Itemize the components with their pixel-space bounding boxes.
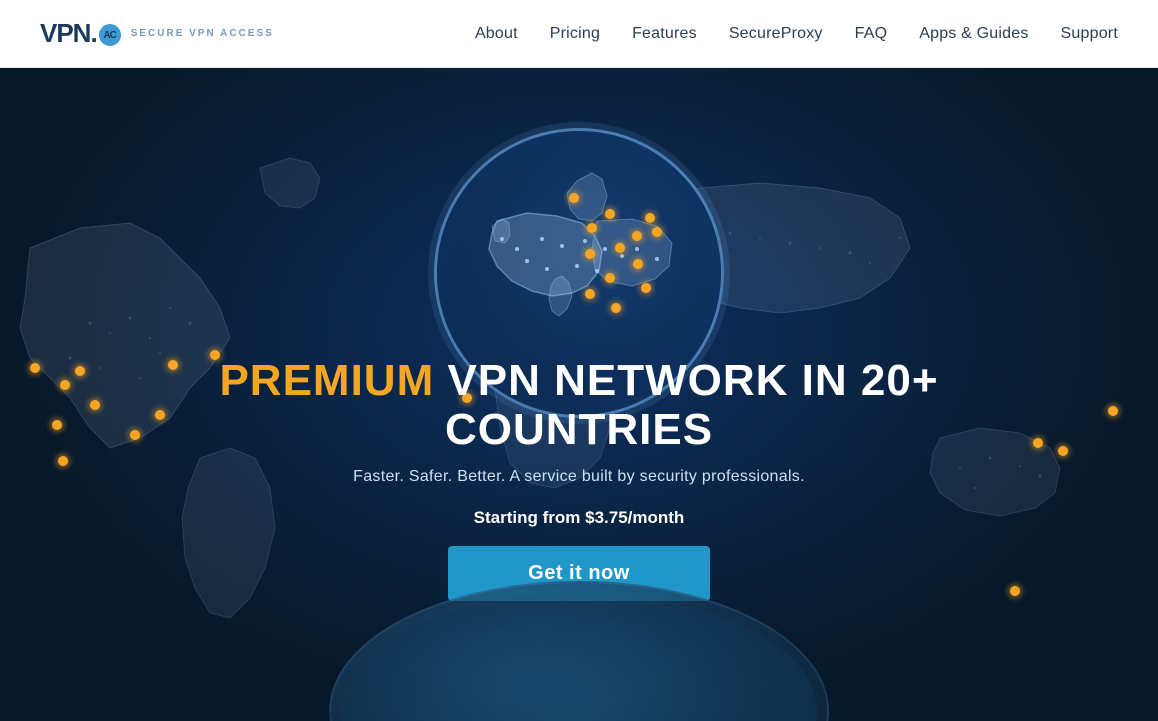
server-dot [633,259,643,269]
headline-premium: PREMIUM [219,356,434,405]
server-dot [1058,446,1068,456]
main-nav: About Pricing Features SecureProxy FAQ A… [475,25,1118,43]
server-dot [168,360,178,370]
server-dot [75,366,85,376]
server-dot [587,223,597,233]
server-dot [605,273,615,283]
nav-features[interactable]: Features [632,25,697,43]
header: VPN.AC SECURE VPN ACCESS About Pricing F… [0,0,1158,68]
nav-pricing[interactable]: Pricing [550,25,600,43]
nav-about[interactable]: About [475,25,518,43]
server-dot [155,410,165,420]
server-dot [1108,406,1118,416]
nav-secureproxy[interactable]: SecureProxy [729,25,823,43]
nav-apps-guides[interactable]: Apps & Guides [919,25,1028,43]
nav-faq[interactable]: FAQ [855,25,888,43]
server-dot [58,456,68,466]
logo-vpn-text: VPN.AC [40,18,121,49]
hero-subtitle: Faster. Safer. Better. A service built b… [179,468,979,486]
logo-tagline: SECURE VPN ACCESS [131,28,274,39]
server-dot [615,243,625,253]
server-dot [60,380,70,390]
server-dot [632,231,642,241]
server-dot [1010,586,1020,596]
server-dot [30,363,40,373]
server-dot [1033,438,1043,448]
hero-headline: PREMIUM VPN NETWORK IN 20+ COUNTRIES [179,357,979,454]
headline-rest: VPN NETWORK IN 20+ COUNTRIES [434,356,938,453]
hero-section: PREMIUM VPN NETWORK IN 20+ COUNTRIES Fas… [0,68,1158,721]
server-dot [569,193,579,203]
server-dot [90,400,100,410]
server-dot [585,289,595,299]
nav-support[interactable]: Support [1061,25,1118,43]
server-dot [605,209,615,219]
server-dot [645,213,655,223]
hero-content: PREMIUM VPN NETWORK IN 20+ COUNTRIES Fas… [179,357,979,601]
server-dot [641,283,651,293]
logo-badge: AC [99,24,121,46]
server-dot [52,420,62,430]
server-dot [652,227,662,237]
logo: VPN.AC SECURE VPN ACCESS [40,18,274,49]
server-dot [130,430,140,440]
server-dot [585,249,595,259]
hero-price: Starting from $3.75/month [179,508,979,528]
server-dot [611,303,621,313]
